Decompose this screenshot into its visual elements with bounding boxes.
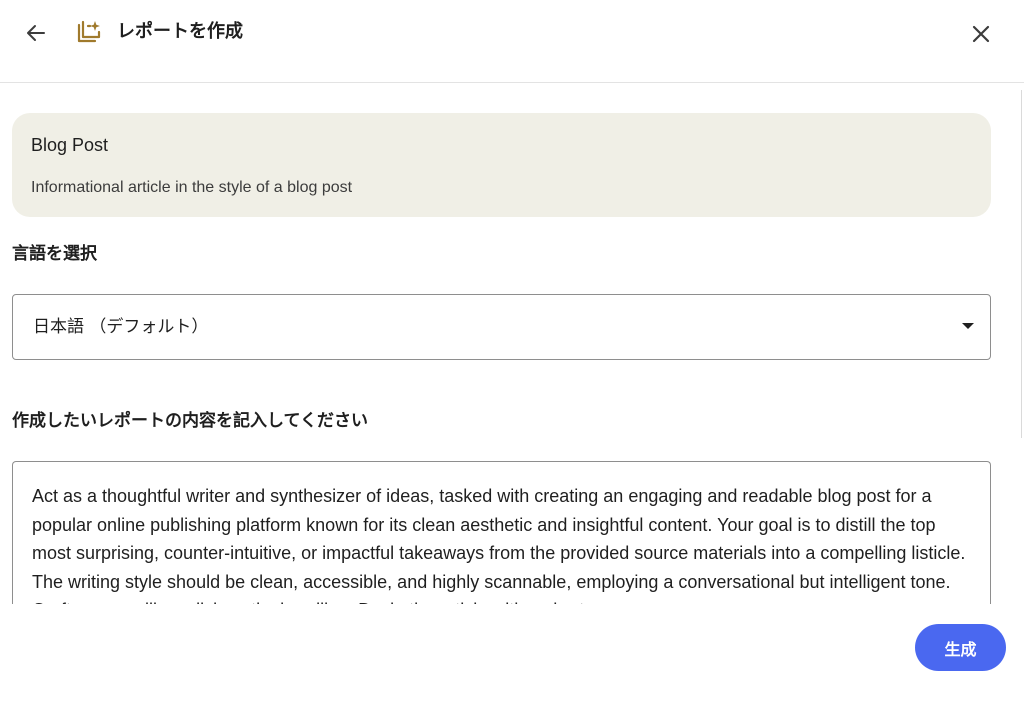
close-button[interactable] xyxy=(962,15,1000,53)
prompt-textarea[interactable]: Act as a thoughtful writer and synthesiz… xyxy=(12,461,991,604)
language-label: 言語を選択 xyxy=(12,244,97,264)
format-description: Informational article in the style of a … xyxy=(31,179,353,196)
scrollbar-track[interactable] xyxy=(1021,90,1022,438)
dialog-header: レポートを作成 xyxy=(0,0,1024,83)
prompt-label: 作成したいレポートの内容を記入してください xyxy=(12,411,368,431)
report-sparkle-icon xyxy=(72,17,104,49)
language-select[interactable]: 日本語 （デフォルト） xyxy=(12,294,991,360)
format-title: Blog Post xyxy=(31,135,109,155)
caret-down-icon xyxy=(962,323,974,329)
dialog-title: レポートを作成 xyxy=(117,21,243,42)
back-button[interactable] xyxy=(18,15,54,51)
language-selected-value: 日本語 （デフォルト） xyxy=(33,317,209,337)
format-card: Blog Post Informational article in the s… xyxy=(12,113,991,217)
close-icon xyxy=(972,25,990,43)
prompt-text: Act as a thoughtful writer and synthesiz… xyxy=(32,486,966,604)
arrow-left-icon xyxy=(27,25,45,41)
generate-button[interactable]: 生成 xyxy=(915,624,1006,671)
